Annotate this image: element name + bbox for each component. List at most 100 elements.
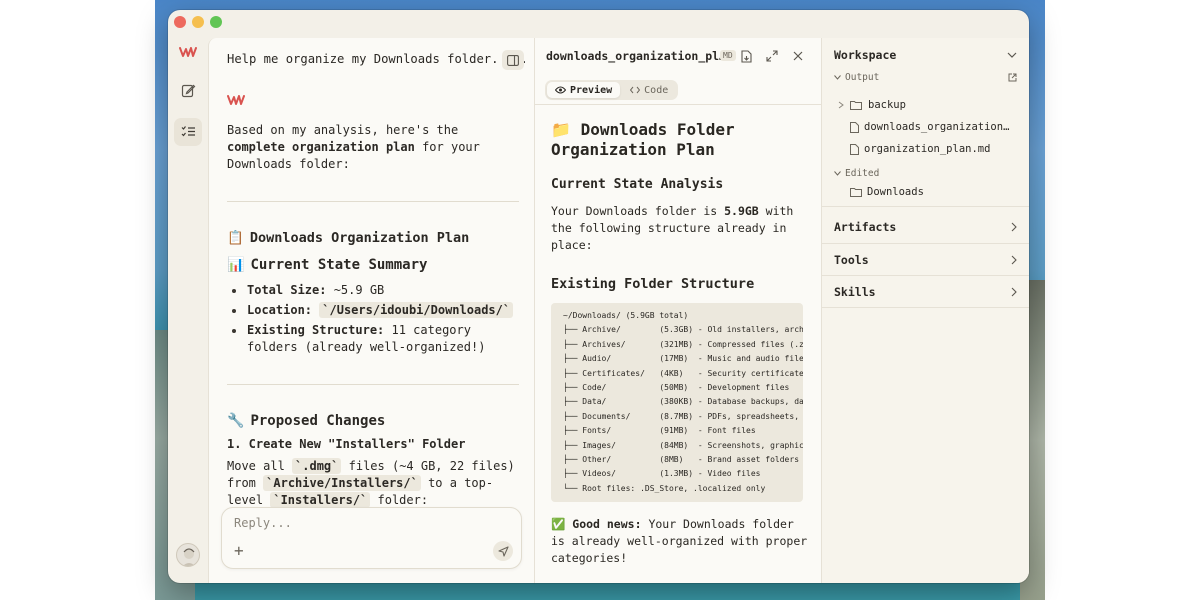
tree-line: ├── Fonts/ (91MB) - Font files <box>563 426 756 436</box>
workspace-title: Workspace <box>834 48 897 62</box>
title-bar <box>168 10 1029 38</box>
chevron-right-icon <box>838 101 844 109</box>
folder-icon <box>850 101 862 110</box>
tree-item-label: downloads_organization… <box>864 121 1010 133</box>
app-logo-icon[interactable] <box>174 38 202 66</box>
tab-code-label: Code <box>644 84 669 96</box>
tree-line: ├── Videos/ (1.3MB) - Video files <box>563 469 761 479</box>
tree-line: ├── Certificates/ (4KB) - Security certi… <box>563 368 803 378</box>
edited-group-header[interactable]: Edited <box>834 168 1017 179</box>
assistant-intro: Based on my analysis, here's the complet… <box>227 123 480 171</box>
document-content: 📁 Downloads Folder Organization Plan Cur… <box>551 120 809 567</box>
reply-input[interactable] <box>234 516 464 530</box>
chat-panel: Help me organize my Downloads folder. ..… <box>208 38 535 583</box>
chat-messages: Based on my analysis, here's the complet… <box>227 90 519 509</box>
chat-title: Help me organize my Downloads folder. ..… <box>227 52 528 66</box>
attach-plus-icon[interactable]: + <box>234 541 244 560</box>
good-news-paragraph: ✅ Good news: Your Downloads folder is al… <box>551 517 808 566</box>
tab-preview[interactable]: Preview <box>547 82 621 98</box>
tree-item-backup[interactable]: backup <box>838 99 1017 111</box>
tree-line: ├── Archives/ (321MB) - Compressed files… <box>563 339 803 349</box>
zoom-window-button[interactable] <box>210 16 222 28</box>
list-item: Existing Structure: 11 category folders … <box>227 322 519 356</box>
expand-icon[interactable] <box>764 48 780 64</box>
tasks-list-icon[interactable] <box>174 118 202 146</box>
tree-item-label: Downloads <box>867 186 924 198</box>
file-icon <box>850 143 859 155</box>
divider <box>227 201 519 202</box>
toggle-sidebar-button[interactable] <box>502 50 524 70</box>
tree-item-label: backup <box>868 99 906 111</box>
doc-heading-existing: Existing Folder Structure <box>551 276 755 292</box>
tree-line: ├── Audio/ (17MB) - Music and audio file… <box>563 354 803 364</box>
tree-item-label: organization_plan.md <box>864 143 991 155</box>
tree-line: ├── Archive/ (5.3GB) - Old installers, a… <box>563 325 803 335</box>
chevron-right-icon <box>1011 255 1017 265</box>
section-label: Artifacts <box>834 220 897 234</box>
reply-box: + <box>221 507 522 569</box>
new-chat-icon[interactable] <box>174 76 202 104</box>
chevron-down-icon <box>834 171 841 176</box>
file-icon <box>850 121 859 133</box>
close-icon[interactable] <box>790 48 806 64</box>
app-window: Help me organize my Downloads folder. ..… <box>168 10 1029 583</box>
tree-item-downloads-organization[interactable]: downloads_organization… <box>850 121 1017 133</box>
divider <box>822 206 1029 207</box>
tree-line: ├── Documents/ (8.7MB) - PDFs, spreadshe… <box>563 411 803 421</box>
minimize-window-button[interactable] <box>192 16 204 28</box>
chevron-right-icon <box>1011 222 1017 232</box>
section-label: Tools <box>834 253 869 267</box>
chevron-down-icon <box>834 75 841 80</box>
tree-item-downloads[interactable]: Downloads <box>850 186 1017 198</box>
tree-line: ~/Downloads/ (5.9GB total) <box>563 311 689 320</box>
eye-icon <box>555 86 566 94</box>
tree-line: └── Root files: .DS_Store, .localized on… <box>563 483 766 493</box>
output-group-header[interactable]: Output <box>834 72 1017 83</box>
summary-heading: 📊 Current State Summary <box>227 257 428 273</box>
step1-text: Move all `.dmg` files (~4 GB, 22 files) … <box>227 458 515 508</box>
format-badge: MD <box>720 50 736 61</box>
close-window-button[interactable] <box>174 16 186 28</box>
open-external-icon[interactable] <box>1008 73 1017 82</box>
chevron-down-icon <box>1007 52 1017 58</box>
view-toggle: Preview Code <box>545 80 679 100</box>
list-item: Location: `/Users/idoubi/Downloads/` <box>227 302 519 319</box>
tab-preview-label: Preview <box>570 84 613 96</box>
code-icon <box>630 86 641 94</box>
plan-heading: 📋 Downloads Organization Plan <box>227 230 470 246</box>
tab-code[interactable]: Code <box>622 82 676 98</box>
document-panel: downloads_organization_pl… MD Preview Co… <box>535 38 822 583</box>
assistant-logo-icon <box>227 90 519 108</box>
divider <box>535 104 821 105</box>
send-icon <box>497 545 509 557</box>
divider <box>822 243 1029 244</box>
tree-item-organization-plan[interactable]: organization_plan.md <box>850 143 1017 155</box>
document-filename: downloads_organization_pl… <box>546 49 727 63</box>
tree-line: ├── Code/ (50MB) - Development files <box>563 383 790 393</box>
list-item: Total Size: ~5.9 GB <box>227 282 519 299</box>
tree-line: ├── Data/ (380KB) - Database backups, da… <box>563 397 803 407</box>
folder-tree-codeblock: ~/Downloads/ (5.9GB total) ├── Archive/ (… <box>551 303 803 503</box>
folder-icon <box>850 188 862 197</box>
step1-title: 1. Create New "Installers" Folder <box>227 437 466 451</box>
changes-heading: 🔧 Proposed Changes <box>227 413 386 429</box>
divider <box>822 275 1029 276</box>
user-avatar[interactable] <box>176 543 200 567</box>
section-skills[interactable]: Skills <box>834 285 1017 299</box>
edited-label: Edited <box>845 168 880 179</box>
send-button[interactable] <box>493 541 513 561</box>
save-file-icon[interactable] <box>738 48 754 64</box>
workspace-header[interactable]: Workspace <box>834 48 1017 62</box>
divider <box>227 384 519 385</box>
doc-heading-state: Current State Analysis <box>551 177 724 192</box>
output-label: Output <box>845 72 880 83</box>
tree-line: ├── Images/ (84MB) - Screenshots, graphi… <box>563 440 803 450</box>
tree-line: ├── Other/ (8MB) - Brand asset folders <box>563 455 800 465</box>
chevron-right-icon <box>1011 287 1017 297</box>
section-artifacts[interactable]: Artifacts <box>834 220 1017 234</box>
left-rail <box>168 38 208 583</box>
doc-title: 📁 Downloads Folder Organization Plan <box>551 120 735 159</box>
section-label: Skills <box>834 285 876 299</box>
divider <box>822 307 1029 308</box>
section-tools[interactable]: Tools <box>834 253 1017 267</box>
